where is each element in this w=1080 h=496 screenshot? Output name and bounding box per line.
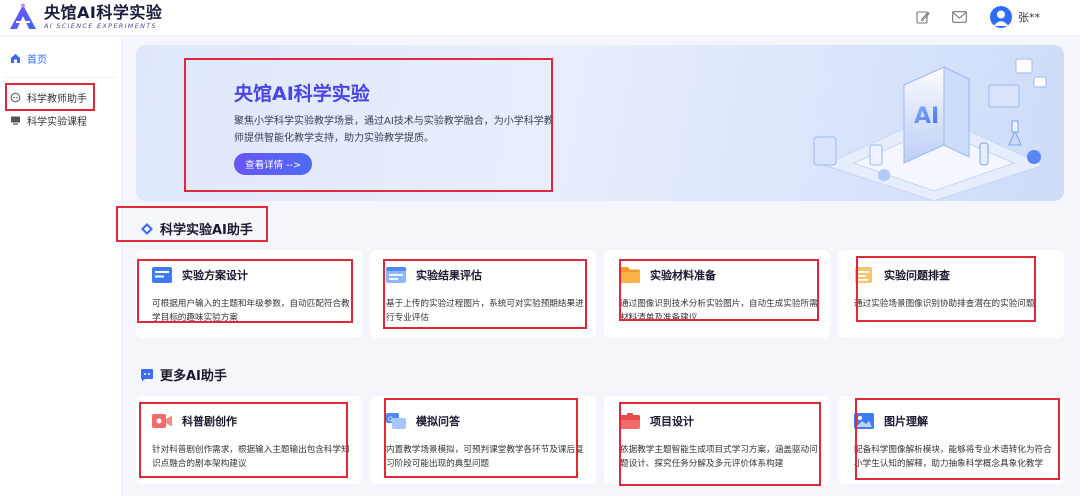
diamond-icon (141, 222, 153, 235)
section-title-text: 更多AI助手 (160, 369, 227, 384)
card-problem-troubleshooting[interactable]: 实验问题排查 通过实验场景图像识别协助排查潜在的实验问题 (838, 250, 1064, 338)
app-logo[interactable]: 央馆AI科学实验 AI SCIENCE EXPERIMENTS (8, 3, 162, 31)
mail-icon[interactable] (950, 8, 968, 26)
card-experiment-plan[interactable]: 实验方案设计 可根据用户输入的主题和年级参数，自动匹配符合教学目标的趣味实验方案 (136, 250, 362, 338)
project-icon (620, 413, 640, 429)
card-description: 可根据用户输入的主题和年级参数，自动匹配符合教学目标的趣味实验方案 (152, 299, 350, 323)
card-title: 项目设计 (650, 415, 694, 428)
sidebar-item-experiment-course[interactable]: 科学实验课程 (0, 109, 121, 131)
svg-text:Q: Q (388, 416, 393, 423)
section-title-science-ai: 科学实验AI助手 (140, 219, 253, 238)
folder-icon (620, 267, 640, 283)
card-title: 实验方案设计 (182, 269, 248, 282)
evaluation-icon (386, 267, 406, 283)
top-bar: 央馆AI科学实验 AI SCIENCE EXPERIMENTS 张** (0, 0, 1080, 36)
card-image-understanding[interactable]: 图片理解 配备科学图像解析模块，能够将专业术语转化为符合小学生认知的解释，助力抽… (838, 396, 1064, 484)
card-description: 配备科学图像解析模块，能够将专业术语转化为符合小学生认知的解释，助力抽象科学概念… (854, 445, 1052, 469)
assistant-icon (9, 91, 21, 103)
banner-description: 聚焦小学科学实验教学场景，通过AI技术与实验教学融合，为小学科学教师提供智能化教… (234, 116, 554, 144)
sidebar-item-label: 首页 (27, 54, 47, 66)
svg-text:AI: AI (914, 104, 939, 129)
sidebar-item-label: 科学实验课程 (27, 116, 87, 128)
banner-title: 央馆AI科学实验 (234, 83, 370, 105)
app-title: 央馆AI科学实验 (44, 3, 163, 22)
card-title: 实验材料准备 (650, 269, 716, 282)
card-description: 通过图像识别技术分析实验图片，自动生成实验所需材料清单及准备建议 (620, 299, 818, 323)
card-result-evaluation[interactable]: 实验结果评估 基于上传的实验过程图片，系统可对实验预期结果进行专业评估 (370, 250, 596, 338)
view-details-button[interactable]: 查看详情 --> (234, 153, 312, 175)
sidebar-divider (4, 77, 117, 78)
sidebar-item-teacher-assistant[interactable]: 科学教师助手 (0, 86, 121, 108)
card-title: 实验问题排查 (884, 269, 950, 282)
edit-icon[interactable] (914, 8, 932, 26)
app-subtitle: AI SCIENCE EXPERIMENTS (44, 22, 157, 30)
card-title: 科普剧创作 (182, 415, 237, 428)
course-icon (9, 114, 21, 126)
chat-bubble-icon (141, 368, 153, 381)
user-name[interactable]: 张** (1018, 9, 1040, 25)
card-description: 通过实验场景图像识别协助排查潜在的实验问题 (854, 299, 1035, 309)
section-title-text: 科学实验AI助手 (160, 223, 253, 238)
card-description: 内置教学场景模拟，可预判课堂教学各环节及课后复习阶段可能出现的典型问题 (386, 445, 584, 469)
card-project-design[interactable]: 项目设计 依据教学主题智能生成项目式学习方案，涵盖驱动问题设计、探究任务分解及多… (604, 396, 830, 484)
card-science-drama[interactable]: 科普剧创作 针对科普剧创作需求，根据输入主题输出包含科学知识点融合的剧本架构建议 (136, 396, 362, 484)
card-description: 依据教学主题智能生成项目式学习方案，涵盖驱动问题设计、探究任务分解及多元评价体系… (620, 445, 818, 469)
card-title: 实验结果评估 (416, 269, 482, 282)
logo-mark-icon (10, 3, 36, 29)
sidebar-item-label: 科学教师助手 (27, 93, 87, 105)
section-title-more-ai: 更多AI助手 (140, 365, 227, 384)
card-material-prep[interactable]: 实验材料准备 通过图像识别技术分析实验图片，自动生成实验所需材料清单及准备建议 (604, 250, 830, 338)
checklist-icon (855, 267, 872, 283)
card-title: 模拟问答 (416, 415, 460, 428)
card-description: 基于上传的实验过程图片，系统可对实验预期结果进行专业评估 (386, 299, 584, 323)
video-icon (152, 414, 172, 428)
sidebar: 首页 科学教师助手 科学实验课程 (0, 37, 122, 496)
card-simulated-qa[interactable]: Q 模拟问答 内置教学场景模拟，可预判课堂教学各环节及课后复习阶段可能出现的典型… (370, 396, 596, 484)
plan-doc-icon (152, 267, 172, 283)
qa-icon: Q (386, 413, 406, 429)
card-title: 图片理解 (884, 415, 928, 428)
sidebar-item-home[interactable]: 首页 (0, 47, 121, 69)
hero-banner: 央馆AI科学实验 聚焦小学科学实验教学场景，通过AI技术与实验教学融合，为小学科… (136, 45, 1064, 201)
card-description: 针对科普剧创作需求，根据输入主题输出包含科学知识点融合的剧本架构建议 (152, 445, 350, 469)
user-avatar-icon[interactable] (990, 6, 1012, 28)
image-icon (854, 413, 874, 429)
home-icon (9, 52, 21, 64)
ai-lab-illustration: AI (813, 58, 1047, 201)
